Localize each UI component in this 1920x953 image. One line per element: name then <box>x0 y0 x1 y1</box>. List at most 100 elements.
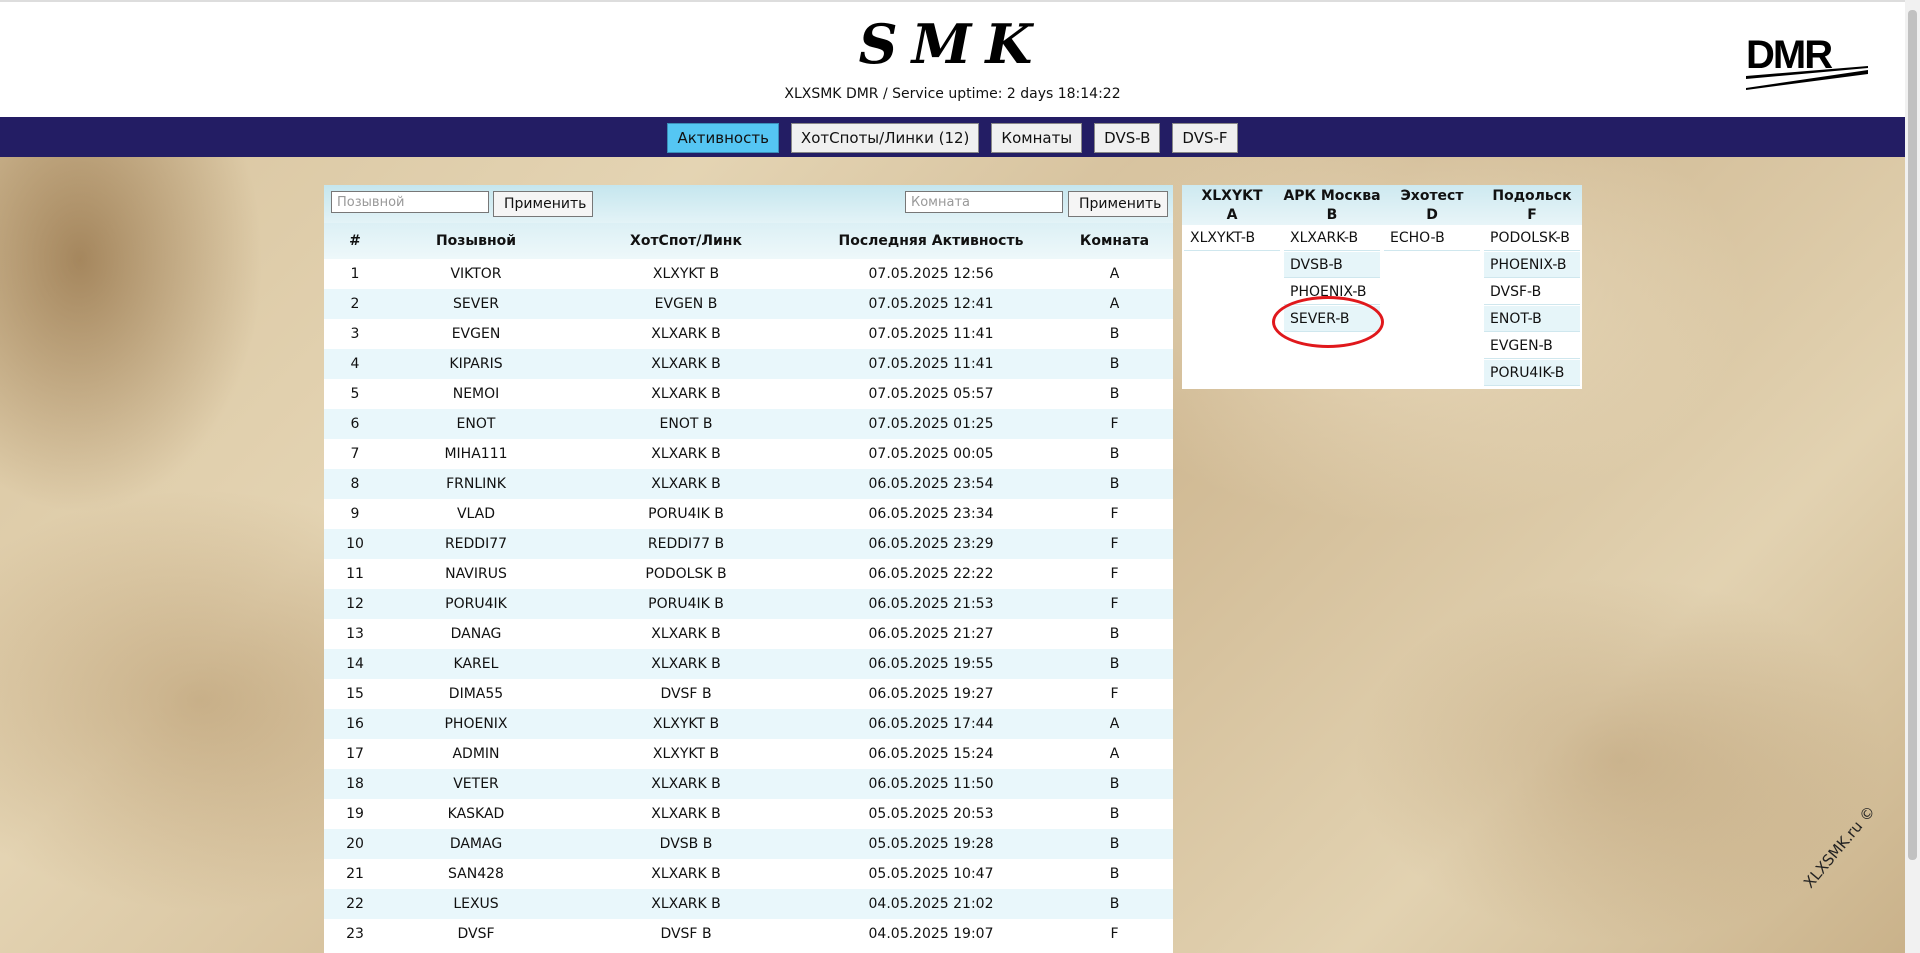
col-header-room: Комната <box>1056 223 1173 259</box>
room-name: XLXYKT <box>1201 188 1263 204</box>
cell-number: 17 <box>324 739 386 769</box>
cell-room: F <box>1056 559 1173 589</box>
cell-number: 6 <box>324 409 386 439</box>
room-member: PHOENIX-B <box>1484 252 1580 278</box>
cell-callsign: DIMA55 <box>386 679 566 709</box>
table-row: 18 VETER XLXARK B 06.05.2025 11:50 B <box>324 769 1173 799</box>
callsign-filter-input[interactable] <box>331 191 489 213</box>
table-row: 17 ADMIN XLXYKT B 06.05.2025 15:24 A <box>324 739 1173 769</box>
table-row: 16 PHOENIX XLXYKT B 06.05.2025 17:44 A <box>324 709 1173 739</box>
cell-last-activity: 06.05.2025 19:27 <box>806 679 1056 709</box>
scrollbar-thumb[interactable] <box>1908 10 1917 860</box>
cell-room: B <box>1056 319 1173 349</box>
table-row: 7 MIHA111 XLXARK B 07.05.2025 00:05 B <box>324 439 1173 469</box>
table-row: 11 NAVIRUS PODOLSK B 06.05.2025 22:22 F <box>324 559 1173 589</box>
room-name: Эхотест <box>1400 188 1464 204</box>
cell-callsign: SAN428 <box>386 859 566 889</box>
cell-number: 12 <box>324 589 386 619</box>
cell-last-activity: 04.05.2025 21:02 <box>806 889 1056 919</box>
room-name: Подольск <box>1492 188 1572 204</box>
cell-number: 23 <box>324 919 386 949</box>
cell-callsign: NAVIRUS <box>386 559 566 589</box>
cell-last-activity: 06.05.2025 15:24 <box>806 739 1056 769</box>
nav-tab-0[interactable]: Активность <box>667 123 779 153</box>
cell-number: 19 <box>324 799 386 829</box>
cell-callsign: VLAD <box>386 499 566 529</box>
cell-hotspot: DVSF B <box>566 919 806 949</box>
table-row: 19 KASKAD XLXARK B 05.05.2025 20:53 B <box>324 799 1173 829</box>
page-header: SMK XLXSMK DMR / Service uptime: 2 days … <box>0 0 1905 117</box>
cell-number: 5 <box>324 379 386 409</box>
page-scrollbar[interactable] <box>1905 0 1920 953</box>
room-member: PODOLSK-B <box>1484 225 1580 251</box>
activity-table-body: 1 VIKTOR XLXYKT B 07.05.2025 12:56 A 2 SEVER EV… <box>324 259 1173 949</box>
table-row: 5 NEMOI XLXARK B 07.05.2025 05:57 B <box>324 379 1173 409</box>
table-row: 1 VIKTOR XLXYKT B 07.05.2025 12:56 A <box>324 259 1173 289</box>
table-row: 6 ENOT ENOT B 07.05.2025 01:25 F <box>324 409 1173 439</box>
site-watermark: XLXSMK.ru © <box>1800 802 1879 892</box>
cell-hotspot: XLXARK B <box>566 319 806 349</box>
cell-room: F <box>1056 499 1173 529</box>
cell-hotspot: XLXARK B <box>566 649 806 679</box>
table-row: 13 DANAG XLXARK B 06.05.2025 21:27 B <box>324 619 1173 649</box>
room-member: ENOT-B <box>1484 306 1580 332</box>
cell-last-activity: 05.05.2025 19:28 <box>806 829 1056 859</box>
cell-last-activity: 07.05.2025 11:41 <box>806 349 1056 379</box>
room-header: АРК Москва B <box>1282 185 1382 225</box>
cell-callsign: ENOT <box>386 409 566 439</box>
cell-last-activity: 06.05.2025 22:22 <box>806 559 1056 589</box>
cell-number: 3 <box>324 319 386 349</box>
room-member: XLXYKT-B <box>1184 225 1280 251</box>
cell-hotspot: XLXARK B <box>566 799 806 829</box>
cell-number: 7 <box>324 439 386 469</box>
cell-last-activity: 07.05.2025 11:41 <box>806 319 1056 349</box>
room-letter: B <box>1326 207 1338 223</box>
cell-number: 20 <box>324 829 386 859</box>
cell-number: 22 <box>324 889 386 919</box>
room-name: АРК Москва <box>1283 188 1381 204</box>
cell-callsign: PORU4IK <box>386 589 566 619</box>
cell-callsign: PHOENIX <box>386 709 566 739</box>
nav-tabs: Активность ХотСпоты/Линки (12) Комнаты DVS-… <box>0 123 1905 153</box>
cell-room: F <box>1056 919 1173 949</box>
nav-tab-3[interactable]: DVS-B <box>1094 123 1161 153</box>
cell-room: F <box>1056 409 1173 439</box>
cell-hotspot: XLXYKT B <box>566 259 806 289</box>
cell-last-activity: 06.05.2025 23:34 <box>806 499 1056 529</box>
col-header-callsign: Позывной <box>386 223 566 259</box>
cell-last-activity: 06.05.2025 23:54 <box>806 469 1056 499</box>
nav-tab-1[interactable]: ХотСпоты/Линки (12) <box>790 123 980 153</box>
cell-callsign: LEXUS <box>386 889 566 919</box>
cell-callsign: VETER <box>386 769 566 799</box>
cell-number: 9 <box>324 499 386 529</box>
rooms-panel: XLXYKT A АРК Москва B Эхотест D Подольск F XLXY… <box>1182 185 1582 389</box>
cell-hotspot: XLXARK B <box>566 379 806 409</box>
cell-room: B <box>1056 439 1173 469</box>
cell-hotspot: XLXARK B <box>566 469 806 499</box>
nav-tab-4[interactable]: DVS-F <box>1172 123 1238 153</box>
cell-hotspot: REDDI77 B <box>566 529 806 559</box>
cell-callsign: DANAG <box>386 619 566 649</box>
cell-last-activity: 06.05.2025 21:27 <box>806 619 1056 649</box>
cell-room: F <box>1056 679 1173 709</box>
cell-room: F <box>1056 529 1173 559</box>
table-row: 22 LEXUS XLXARK B 04.05.2025 21:02 B <box>324 889 1173 919</box>
table-header-row: # Позывной ХотСпот/Линк Последняя Активн… <box>324 223 1173 259</box>
nav-tab-2[interactable]: Комнаты <box>991 123 1083 153</box>
cell-room: B <box>1056 619 1173 649</box>
room-filter-input[interactable] <box>905 191 1063 213</box>
room-apply-button[interactable]: Применить <box>1068 191 1168 217</box>
rooms-body: XLXYKT-B XLXARK-B DVSB-B PHOENIX-B SEVER-B EC… <box>1182 225 1582 387</box>
room-member: XLXARK-B <box>1284 225 1380 251</box>
cell-last-activity: 06.05.2025 23:29 <box>806 529 1056 559</box>
cell-number: 18 <box>324 769 386 799</box>
cell-last-activity: 07.05.2025 12:41 <box>806 289 1056 319</box>
cell-hotspot: XLXARK B <box>566 349 806 379</box>
table-row: 3 EVGEN XLXARK B 07.05.2025 11:41 B <box>324 319 1173 349</box>
table-row: 14 KAREL XLXARK B 06.05.2025 19:55 B <box>324 649 1173 679</box>
main-nav: Активность ХотСпоты/Линки (12) Комнаты DVS-… <box>0 117 1905 157</box>
cell-callsign: VIKTOR <box>386 259 566 289</box>
callsign-apply-button[interactable]: Применить <box>493 191 593 217</box>
cell-number: 1 <box>324 259 386 289</box>
col-header-last-activity: Последняя Активность <box>806 223 1056 259</box>
